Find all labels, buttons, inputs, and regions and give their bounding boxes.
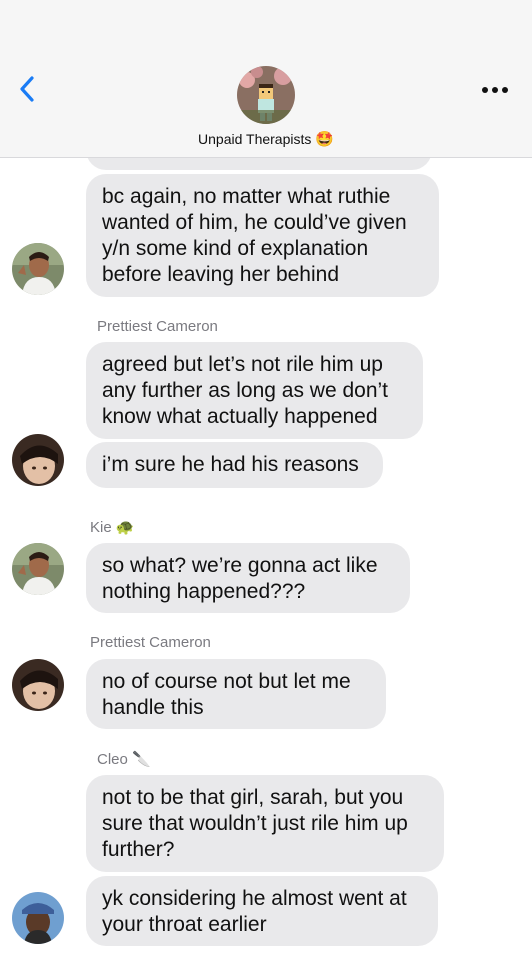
group-avatar[interactable]: [237, 66, 295, 124]
message-line: know what actually happened: [102, 405, 378, 428]
message-line: before leaving her behind: [102, 263, 340, 286]
sender-name: Prettiest Cameron: [97, 318, 218, 335]
message-line: no of course not but let me: [102, 670, 351, 693]
group-name[interactable]: Unpaid Therapists 🤩: [0, 130, 532, 148]
message-line: agreed but let’s not rile him up: [102, 353, 383, 376]
message-line: further?: [102, 838, 175, 861]
message-bubble[interactable]: bc again, no matter what ruthie wanted o…: [86, 174, 439, 297]
message-line: your throat earlier: [102, 913, 267, 936]
message-line: not to be that girl, sarah, but you: [102, 786, 404, 809]
star-struck-icon: 🤩: [315, 131, 334, 148]
message-line: handle this: [102, 696, 204, 719]
chevron-left-icon: [20, 76, 34, 102]
message-line: sure that wouldn’t just rile him up: [102, 812, 408, 835]
avatar-kie[interactable]: [12, 543, 64, 595]
avatar-cameron[interactable]: [12, 659, 64, 711]
message-bubble[interactable]: yk considering he almost went at your th…: [86, 876, 438, 946]
avatar-cameron[interactable]: [12, 434, 64, 486]
group-title: Unpaid Therapists: [198, 131, 312, 147]
turtle-icon: 🐢: [115, 519, 135, 536]
ellipsis-icon: [482, 87, 508, 93]
more-options-button[interactable]: [480, 80, 510, 100]
message-line: nothing happened???: [102, 580, 306, 603]
message-bubble[interactable]: no of course not but let me handle this: [86, 659, 386, 729]
message-line: i’m sure he had his reasons: [102, 453, 359, 476]
sender-name: Prettiest Cameron: [90, 634, 211, 651]
conversation-header: Unpaid Therapists 🤩: [0, 0, 532, 158]
avatar-cleo[interactable]: [12, 892, 64, 944]
message-line: yk considering he almost went at: [102, 887, 407, 910]
message-line: y/n some kind of explanation: [102, 237, 369, 260]
sender-name: Kie 🐢: [90, 519, 135, 536]
message-bubble[interactable]: so what? we’re gonna act like nothing ha…: [86, 543, 410, 613]
message-bubble[interactable]: i’m sure he had his reasons: [86, 442, 383, 488]
avatar-kie[interactable]: [12, 243, 64, 295]
back-button[interactable]: [12, 74, 42, 104]
message-line: any further as long as we don’t: [102, 379, 389, 402]
message-line: so what? we’re gonna act like: [102, 554, 378, 577]
sender-name: Cleo 🔪: [97, 751, 151, 768]
message-bubble[interactable]: agreed but let’s not rile him up any fur…: [86, 342, 423, 439]
knife-icon: 🔪: [132, 751, 151, 768]
message-bubble[interactable]: not to be that girl, sarah, but you sure…: [86, 775, 444, 872]
message-line: bc again, no matter what ruthie: [102, 185, 391, 208]
message-line: wanted of him, he could’ve given: [102, 211, 407, 234]
